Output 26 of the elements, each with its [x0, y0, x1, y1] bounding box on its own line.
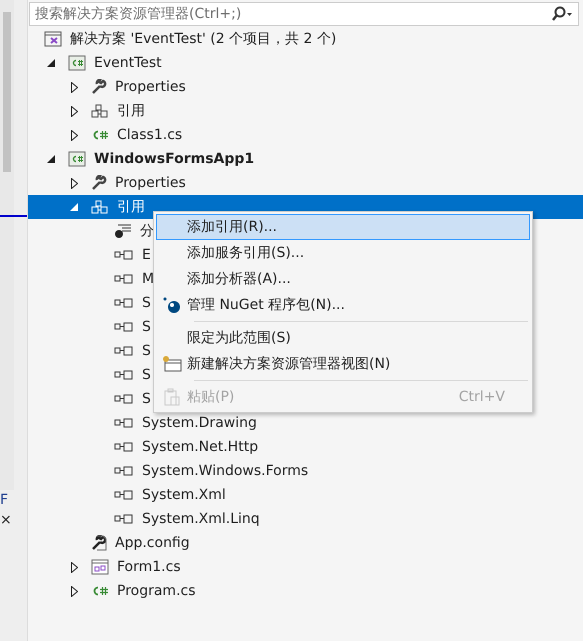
tree-item-label: Properties: [115, 79, 186, 95]
tree-item-label: S: [142, 319, 151, 335]
tree-item-label: System.Net.Http: [142, 439, 258, 455]
tree-item-label: System.Drawing: [142, 415, 257, 431]
tree-item-label: Properties: [115, 175, 186, 191]
tree-item-label: System.Xml: [142, 487, 226, 503]
side-panel-text: F: [0, 491, 10, 510]
tree-item-label: S: [142, 391, 151, 407]
tree-item-label: S: [142, 343, 151, 359]
tree-item-label: 分: [140, 222, 154, 240]
tree-item-label: System.Windows.Forms: [142, 463, 308, 479]
tree-item-label: System.Xml.Linq: [142, 511, 260, 527]
tree-item-label: 引用: [117, 102, 145, 120]
tree-item-label: E: [142, 247, 151, 263]
tree-item-label: App.config: [115, 535, 190, 551]
tree-item-label: M: [142, 271, 154, 287]
tree-item-label: 解决方案 'EventTest' (2 个项目，共 2 个): [70, 30, 336, 48]
tree-item-label: S: [142, 367, 151, 383]
tree-item-label: Form1.cs: [117, 559, 181, 575]
tree-item-label: WindowsFormsApp1: [94, 151, 254, 167]
tree-item-label: 引用: [117, 198, 145, 216]
shortcut-text: Ctrl+V: [458, 389, 505, 405]
tree-item-label: S: [142, 295, 151, 311]
tree-item-label: Program.cs: [117, 583, 196, 599]
tree-item-label: Class1.cs: [117, 127, 182, 143]
tree-item-label: EventTest: [94, 55, 162, 71]
